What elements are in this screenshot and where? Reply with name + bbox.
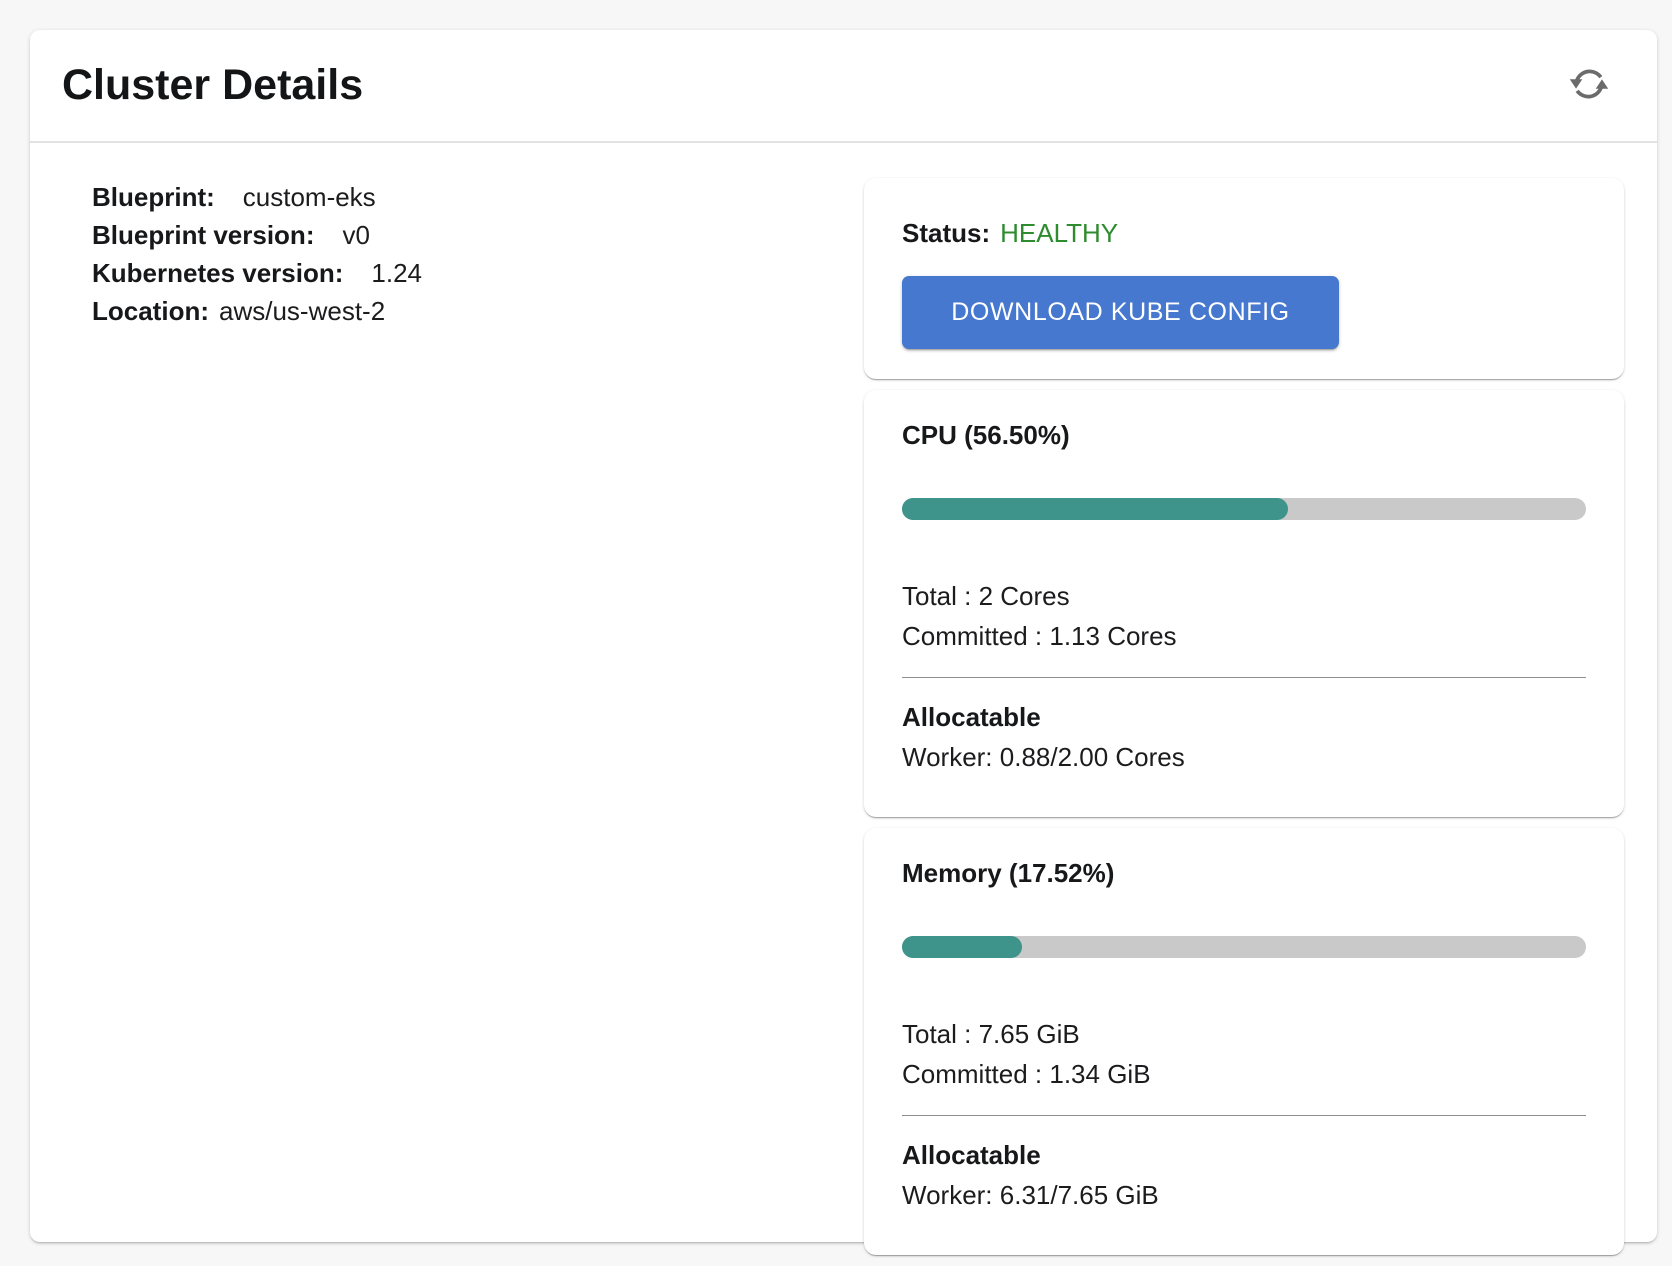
detail-row-kubernetes-version: Kubernetes version: 1.24 xyxy=(92,254,422,292)
refresh-button[interactable] xyxy=(1565,62,1613,110)
detail-row-blueprint-version: Blueprint version: v0 xyxy=(92,216,422,254)
blueprint-version-value: v0 xyxy=(342,220,369,250)
cpu-progress-fill xyxy=(902,498,1288,520)
divider xyxy=(902,677,1586,678)
card-content: Blueprint: custom-eks Blueprint version: v… xyxy=(30,143,1657,1255)
cpu-stats: Total : 2 Cores Committed : 1.13 Cores A… xyxy=(902,576,1586,777)
status-line: Status: HEALTHY xyxy=(902,218,1586,249)
memory-allocatable-label: Allocatable xyxy=(902,1135,1586,1175)
location-label: Location: xyxy=(92,296,209,326)
memory-progress-bar xyxy=(902,936,1586,958)
memory-total: Total : 7.65 GiB xyxy=(902,1014,1586,1054)
page-title: Cluster Details xyxy=(62,61,363,110)
location-value: aws/us-west-2 xyxy=(219,296,385,326)
memory-stats: Total : 7.65 GiB Committed : 1.34 GiB Al… xyxy=(902,1014,1586,1215)
cpu-worker: Worker: 0.88/2.00 Cores xyxy=(902,737,1586,777)
divider xyxy=(902,1115,1586,1116)
status-label: Status: xyxy=(902,218,990,248)
memory-title: Memory (17.52%) xyxy=(902,858,1586,889)
status-badge: HEALTHY xyxy=(1000,218,1118,248)
cluster-info-list: Blueprint: custom-eks Blueprint version: v… xyxy=(62,178,422,1255)
status-panel: Status: HEALTHY DOWNLOAD KUBE CONFIG xyxy=(864,178,1624,379)
cpu-progress-bar xyxy=(902,498,1586,520)
cpu-committed: Committed : 1.13 Cores xyxy=(902,616,1586,656)
memory-committed: Committed : 1.34 GiB xyxy=(902,1054,1586,1094)
cpu-title: CPU (56.50%) xyxy=(902,420,1586,451)
detail-row-location: Location: aws/us-west-2 xyxy=(92,292,422,330)
card-header: Cluster Details xyxy=(30,30,1657,143)
blueprint-value: custom-eks xyxy=(243,182,376,212)
kubernetes-version-value: 1.24 xyxy=(371,258,422,288)
cpu-total: Total : 2 Cores xyxy=(902,576,1586,616)
blueprint-label: Blueprint: xyxy=(92,182,215,212)
detail-row-blueprint: Blueprint: custom-eks xyxy=(92,178,422,216)
cluster-details-card: Cluster Details Blueprint:custom-e xyxy=(30,30,1657,1242)
memory-panel: Memory (17.52%) Total : 7.65 GiB Committ… xyxy=(864,828,1624,1255)
kubernetes-version-label: Kubernetes version: xyxy=(92,258,343,288)
download-kube-config-button[interactable]: DOWNLOAD KUBE CONFIG xyxy=(902,276,1339,349)
memory-progress-fill xyxy=(902,936,1022,958)
refresh-icon xyxy=(1566,61,1612,110)
metrics-column: Status: HEALTHY DOWNLOAD KUBE CONFIG CPU … xyxy=(864,178,1624,1255)
memory-worker: Worker: 6.31/7.65 GiB xyxy=(902,1175,1586,1215)
cpu-allocatable-label: Allocatable xyxy=(902,697,1586,737)
cpu-panel: CPU (56.50%) Total : 2 Cores Committed :… xyxy=(864,390,1624,817)
blueprint-version-label: Blueprint version: xyxy=(92,220,314,250)
